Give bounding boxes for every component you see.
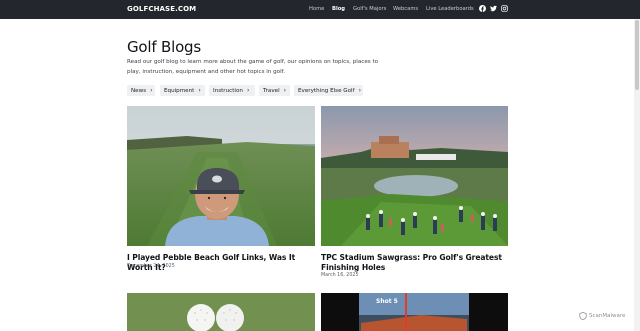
chip-label: News bbox=[131, 87, 147, 94]
post-image-tpc-sawgrass[interactable] bbox=[321, 106, 508, 246]
post-date: December 24, 2025 bbox=[127, 264, 175, 269]
site-logo[interactable]: GOLFCHASE.COM bbox=[127, 5, 196, 13]
watermark: ScanMalware bbox=[579, 311, 625, 321]
post-image-video[interactable]: Shot 5 bbox=[321, 293, 508, 331]
post-image-pebble-beach[interactable] bbox=[127, 106, 315, 246]
chip-label: Travel bbox=[263, 87, 280, 94]
post-date: March 16, 2025 bbox=[321, 273, 359, 278]
scrollbar-thumb[interactable] bbox=[635, 20, 639, 90]
post-title[interactable]: I Played Pebble Beach Golf Links, Was It… bbox=[127, 253, 315, 272]
nav-golfs-majors[interactable]: Golf's Majors bbox=[353, 6, 386, 12]
nav-webcams[interactable]: Webcams bbox=[393, 6, 418, 12]
shield-icon bbox=[579, 312, 587, 320]
post-title[interactable]: TPC Stadium Sawgrass: Pro Golf's Greates… bbox=[321, 253, 508, 272]
chip-label: Instruction bbox=[213, 87, 243, 94]
category-chip-instruction[interactable]: Instruction › bbox=[209, 85, 255, 96]
chip-label: Equipment bbox=[164, 87, 195, 94]
category-chip-everything-else-golf[interactable]: Everything Else Golf › bbox=[294, 85, 363, 96]
instagram-icon[interactable] bbox=[501, 5, 508, 12]
chevron-right-icon: › bbox=[246, 87, 250, 94]
page-title: Golf Blogs bbox=[127, 38, 201, 56]
video-overlay-label: Shot 5 bbox=[376, 298, 398, 305]
nav-blog[interactable]: Blog bbox=[332, 6, 345, 12]
post-image-golf-balls[interactable] bbox=[127, 293, 315, 331]
chevron-right-icon: › bbox=[358, 87, 361, 94]
nav-live-leaderboards[interactable]: Live Leaderboards bbox=[426, 6, 474, 12]
nav-home[interactable]: Home bbox=[309, 6, 324, 12]
facebook-icon[interactable] bbox=[479, 5, 486, 12]
chip-label: Everything Else Golf bbox=[298, 87, 355, 94]
category-chip-equipment[interactable]: Equipment › bbox=[160, 85, 205, 96]
page-description: Read our golf blog to learn more about t… bbox=[127, 59, 379, 75]
chevron-right-icon: › bbox=[150, 87, 153, 94]
watermark-label: ScanMalware bbox=[589, 313, 626, 319]
chevron-right-icon: › bbox=[283, 87, 287, 94]
twitter-icon[interactable] bbox=[490, 5, 497, 12]
category-chip-news[interactable]: News › bbox=[127, 85, 155, 96]
category-chip-travel[interactable]: Travel › bbox=[259, 85, 290, 96]
chevron-right-icon: › bbox=[198, 87, 201, 94]
